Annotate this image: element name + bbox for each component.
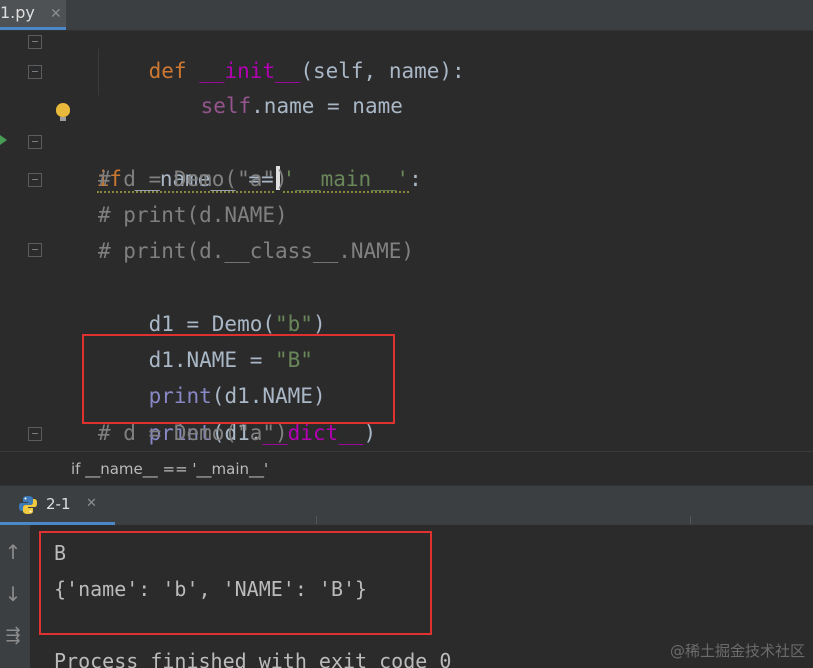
editor-tab-label: 1.py [0,3,35,22]
lightbulb-icon[interactable] [56,103,70,121]
arrow-down-icon[interactable]: ↓ [2,583,24,605]
editor-tab-bar: 1.py ✕ [0,0,813,31]
code-comment-1: # d = Demo("a") [98,167,288,191]
close-icon[interactable]: ✕ [50,6,62,22]
python-logo-icon [19,496,37,514]
fold-marker-icon[interactable] [28,243,42,257]
code-line-assign: self.name = name [200,94,403,118]
run-arrow-icon[interactable] [0,135,7,145]
fold-marker-icon[interactable] [28,173,42,187]
code-line-if-main: if __name__ == '__main__': [96,166,422,193]
run-tab-label: 2-1 [46,495,71,513]
watermark: @稀土掘金技术社区 [669,642,805,660]
code-comment-3: # print(d.__class__.NAME) [98,239,415,263]
run-panel-header: 2-1 ✕ [0,485,813,525]
fold-marker-icon[interactable] [28,65,42,79]
code-comment-2: # print(d.NAME) [98,203,288,227]
fold-marker-icon[interactable] [28,135,42,149]
code-line-init: def __init__(self, name): [148,59,465,83]
header-divider [316,516,317,524]
code-line-d1: d1 = Demo("b") [148,312,326,336]
arrow-up-icon[interactable]: ↑ [2,541,24,563]
highlight-box-code [82,334,395,424]
breadcrumb[interactable]: if __name__ == '__main__' [0,451,813,485]
editor-tab-1py[interactable]: 1.py ✕ [0,0,66,30]
soft-wrap-icon[interactable]: ⇶ [2,625,24,647]
fold-marker-icon[interactable] [28,35,42,49]
header-divider [690,516,691,524]
run-tab[interactable]: 2-1 ✕ [0,486,115,525]
code-editor[interactable]: def __init__(self, name): self.name = na… [0,31,813,451]
console-line: Process finished with exit code 0 [54,649,452,668]
close-icon[interactable]: ✕ [86,486,97,522]
run-toolbar: ↑ ↓ ⇶ [0,525,30,668]
fold-marker-icon[interactable] [28,427,42,441]
highlight-box-output [39,531,432,635]
